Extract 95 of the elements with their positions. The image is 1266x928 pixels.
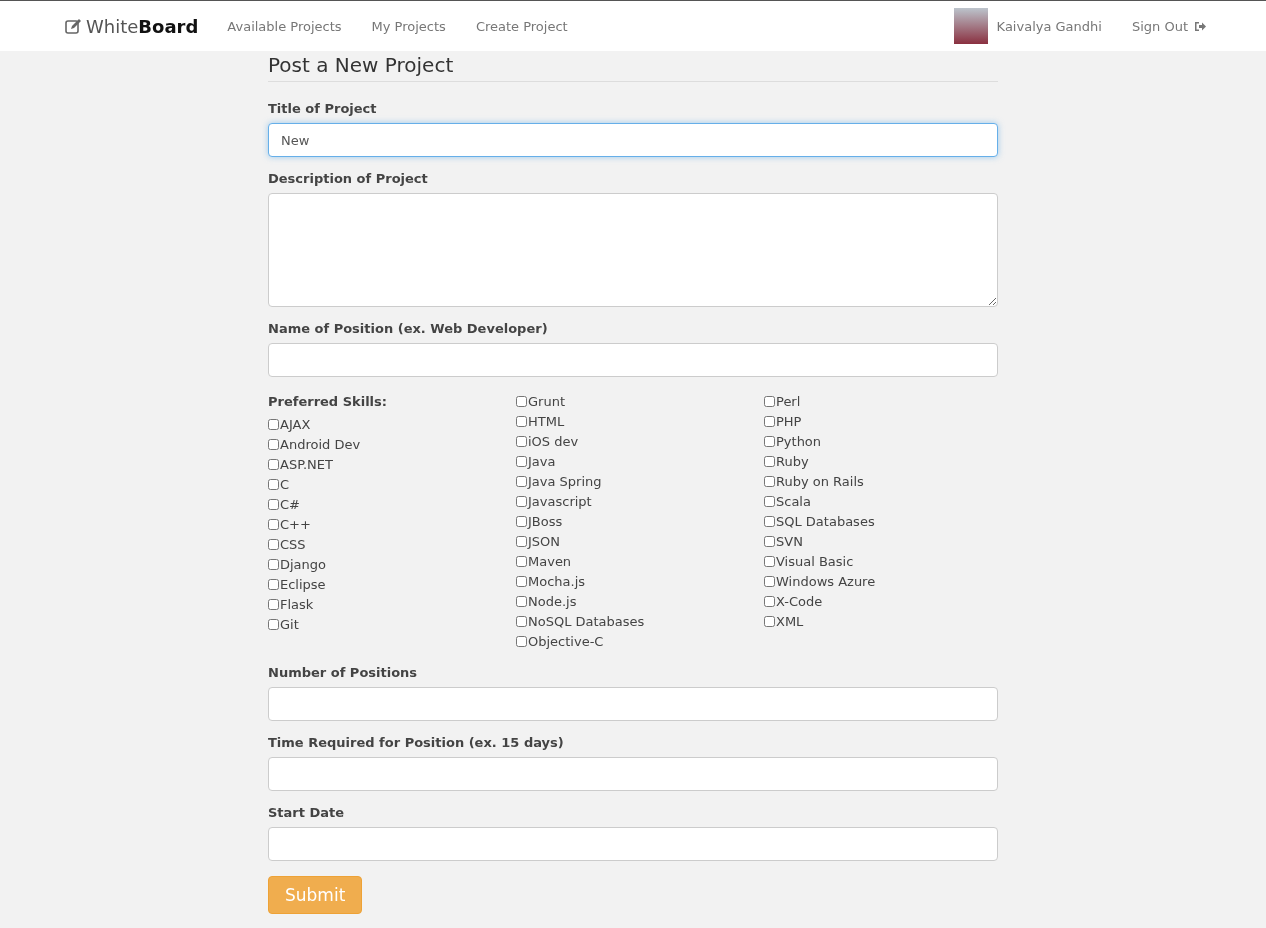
checkbox[interactable] bbox=[268, 458, 279, 470]
skill-label: Ruby bbox=[776, 453, 809, 469]
text-input[interactable] bbox=[268, 343, 998, 377]
checkbox[interactable] bbox=[764, 515, 775, 527]
skill-label: Visual Basic bbox=[776, 553, 854, 569]
skill-label: Git bbox=[280, 616, 299, 632]
skill-label: Java bbox=[528, 453, 556, 469]
checkbox[interactable] bbox=[268, 538, 279, 550]
skill-label: PHP bbox=[776, 413, 802, 429]
text-input[interactable]: New bbox=[268, 123, 998, 157]
checkbox[interactable] bbox=[764, 595, 775, 607]
text-input[interactable] bbox=[268, 687, 998, 721]
checkbox[interactable] bbox=[516, 495, 527, 507]
checkbox[interactable] bbox=[516, 415, 527, 427]
field-label: Title of Project bbox=[268, 101, 378, 116]
checkbox[interactable] bbox=[268, 498, 279, 510]
checkbox[interactable] bbox=[764, 435, 775, 447]
checkbox[interactable] bbox=[516, 595, 527, 607]
nav-link[interactable]: My Projects bbox=[356, 18, 461, 34]
checkbox[interactable] bbox=[764, 395, 775, 407]
skill-label: JSON bbox=[528, 533, 561, 549]
field-label: Time Required for Position (ex. 15 days) bbox=[268, 735, 565, 750]
skill-label: Mocha.js bbox=[528, 573, 586, 589]
checkbox[interactable] bbox=[516, 575, 527, 587]
checkbox[interactable] bbox=[764, 455, 775, 467]
checkbox[interactable] bbox=[764, 555, 775, 567]
page-title: Post a New Project bbox=[268, 53, 998, 82]
field-label: Start Date bbox=[268, 805, 346, 820]
field-label: Name of Position (ex. Web Developer) bbox=[268, 321, 549, 336]
skill-label: ASP.NET bbox=[280, 456, 333, 472]
avatar-photo-placeholder bbox=[953, 8, 988, 44]
skill-label: Node.js bbox=[528, 593, 577, 609]
skill-label: HTML bbox=[528, 413, 565, 429]
sign-out-link[interactable]: Sign Out bbox=[1131, 18, 1206, 34]
skill-label: Maven bbox=[528, 553, 572, 569]
skill-label: iOS dev bbox=[528, 433, 579, 449]
skill-label: Grunt bbox=[528, 393, 565, 409]
nav-link[interactable]: Create Project bbox=[460, 18, 583, 34]
skill-label: Scala bbox=[776, 493, 811, 509]
field-label: Preferred Skills: bbox=[268, 393, 388, 411]
skill-label: Objective-C bbox=[528, 633, 604, 649]
checkbox[interactable] bbox=[764, 535, 775, 547]
checkbox[interactable] bbox=[516, 635, 527, 647]
user-name: Kaivalya Gandhi bbox=[996, 18, 1102, 34]
skill-label: Java Spring bbox=[528, 473, 602, 489]
checkbox[interactable] bbox=[516, 555, 527, 567]
edit-icon bbox=[65, 18, 82, 34]
checkbox[interactable] bbox=[516, 455, 527, 467]
skill-label: JBoss bbox=[528, 513, 563, 529]
skill-label: NoSQL Databases bbox=[528, 613, 645, 629]
skill-label: XML bbox=[776, 613, 804, 629]
skill-label: AJAX bbox=[280, 416, 311, 432]
skill-label: C# bbox=[280, 496, 300, 512]
checkbox[interactable] bbox=[516, 395, 527, 407]
nav-link[interactable]: Available Projects bbox=[212, 18, 357, 34]
checkbox[interactable] bbox=[268, 418, 279, 430]
brand-link[interactable]: WhiteBoard bbox=[65, 15, 199, 37]
skill-label: Django bbox=[280, 556, 327, 572]
sign-out-icon bbox=[1194, 20, 1206, 32]
text-input[interactable] bbox=[268, 827, 998, 861]
skill-label: Python bbox=[776, 433, 822, 449]
skill-label: C bbox=[280, 476, 290, 492]
checkbox[interactable] bbox=[516, 515, 527, 527]
field-label: Number of Positions bbox=[268, 665, 419, 680]
skill-label: Javascript bbox=[528, 493, 592, 509]
skill-label: CSS bbox=[280, 536, 306, 552]
skill-label: Flask bbox=[280, 596, 314, 612]
checkbox[interactable] bbox=[268, 618, 279, 630]
checkbox[interactable] bbox=[516, 475, 527, 487]
text-input[interactable] bbox=[268, 757, 998, 791]
checkbox[interactable] bbox=[268, 438, 279, 450]
checkbox[interactable] bbox=[268, 578, 279, 590]
skill-label: Eclipse bbox=[280, 576, 326, 592]
textarea-input[interactable] bbox=[268, 193, 998, 307]
checkbox[interactable] bbox=[516, 615, 527, 627]
checkbox[interactable] bbox=[516, 435, 527, 447]
checkbox[interactable] bbox=[764, 615, 775, 627]
checkbox[interactable] bbox=[764, 415, 775, 427]
field-label: Description of Project bbox=[268, 171, 429, 186]
checkbox[interactable] bbox=[764, 495, 775, 507]
skill-label: X-Code bbox=[776, 593, 823, 609]
skill-label: SQL Databases bbox=[776, 513, 875, 529]
skill-label: SVN bbox=[776, 533, 803, 549]
checkbox[interactable] bbox=[268, 598, 279, 610]
checkbox[interactable] bbox=[516, 535, 527, 547]
checkbox[interactable] bbox=[268, 478, 279, 490]
checkbox[interactable] bbox=[764, 475, 775, 487]
checkbox[interactable] bbox=[764, 575, 775, 587]
skill-label: Windows Azure bbox=[776, 573, 876, 589]
skill-label: Android Dev bbox=[280, 436, 361, 452]
checkbox[interactable] bbox=[268, 518, 279, 530]
skill-label: Ruby on Rails bbox=[776, 473, 864, 489]
checkbox[interactable] bbox=[268, 558, 279, 570]
skill-label: C++ bbox=[280, 516, 311, 532]
skill-label: Perl bbox=[776, 393, 801, 409]
